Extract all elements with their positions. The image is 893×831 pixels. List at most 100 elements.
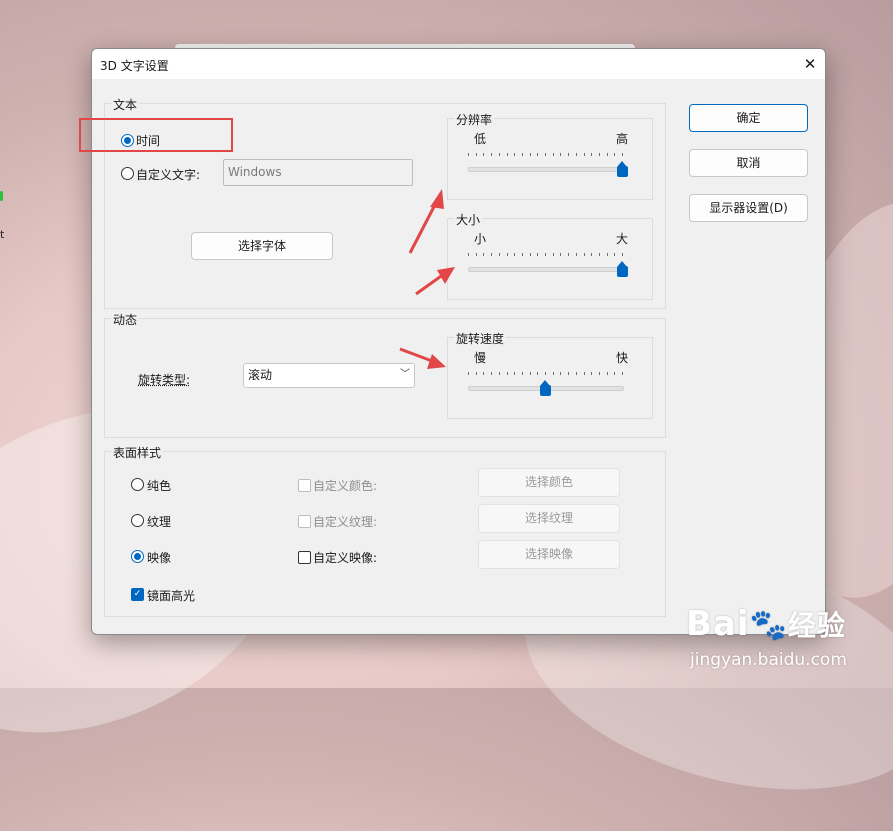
custom-color-label: 自定义颜色: bbox=[313, 479, 378, 493]
slider-tick bbox=[476, 153, 477, 156]
pick-color-button[interactable]: 选择颜色 bbox=[478, 468, 620, 497]
slider-tick bbox=[468, 253, 469, 256]
slider-tick bbox=[607, 372, 608, 375]
slider-tick bbox=[622, 253, 623, 256]
slider-tick bbox=[491, 153, 492, 156]
reflection-radio[interactable] bbox=[131, 550, 144, 563]
slider-track bbox=[468, 267, 624, 272]
rotation-type-select[interactable]: 滚动 ﹀ bbox=[243, 363, 415, 388]
slider-tick bbox=[584, 153, 585, 156]
slider-tick bbox=[537, 253, 538, 256]
slider-tick bbox=[499, 253, 500, 256]
custom-text-radio[interactable] bbox=[121, 167, 134, 180]
slider-tick bbox=[530, 253, 531, 256]
slider-tick bbox=[507, 372, 508, 375]
slider-tick bbox=[607, 153, 608, 156]
speed-group: 旋转速度 慢 快 bbox=[447, 330, 653, 419]
speed-slider[interactable] bbox=[468, 372, 628, 402]
slider-tick bbox=[522, 153, 523, 156]
custom-texture-checkbox[interactable] bbox=[298, 515, 311, 528]
text-group-label: 文本 bbox=[111, 96, 140, 113]
slider-tick bbox=[622, 372, 623, 375]
slider-tick bbox=[537, 372, 538, 375]
motion-group-label: 动态 bbox=[111, 311, 140, 328]
close-icon[interactable]: ✕ bbox=[795, 49, 825, 79]
title-bar: 3D 文字设置 ✕ bbox=[92, 49, 825, 79]
slider-tick bbox=[622, 153, 623, 156]
resolution-label: 分辨率 bbox=[454, 111, 495, 128]
custom-text-input[interactable]: Windows bbox=[223, 159, 413, 186]
speed-fast-label: 快 bbox=[616, 351, 629, 365]
rotation-type-label: 旋转类型: bbox=[138, 373, 191, 387]
custom-reflection-checkbox[interactable] bbox=[298, 551, 311, 564]
slider-tick bbox=[476, 372, 477, 375]
slider-tick bbox=[545, 153, 546, 156]
reflection-label: 映像 bbox=[147, 551, 172, 565]
slider-tick bbox=[599, 153, 600, 156]
rotation-type-value: 滚动 bbox=[248, 368, 273, 382]
size-label: 大小 bbox=[454, 211, 483, 228]
annotation-arrow bbox=[399, 347, 446, 369]
slider-tick bbox=[522, 253, 523, 256]
slider-tick bbox=[599, 372, 600, 375]
baidu-watermark: Bai🐾经验 bbox=[686, 604, 846, 644]
motion-group: 动态 旋转类型: 滚动 ﹀ 旋转速度 慢 快 bbox=[104, 311, 666, 438]
pick-texture-button[interactable]: 选择纹理 bbox=[478, 504, 620, 533]
size-slider[interactable] bbox=[468, 253, 628, 283]
slider-tick bbox=[491, 372, 492, 375]
slider-tick bbox=[468, 153, 469, 156]
slider-tick bbox=[560, 253, 561, 256]
slider-tick bbox=[514, 153, 515, 156]
slider-tick bbox=[545, 372, 546, 375]
cancel-button[interactable]: 取消 bbox=[689, 149, 808, 177]
slider-tick bbox=[591, 153, 592, 156]
slider-tick bbox=[553, 153, 554, 156]
size-small-label: 小 bbox=[474, 232, 487, 246]
annotation-highlight-box bbox=[79, 118, 233, 152]
custom-text-label: 自定义文字: bbox=[136, 168, 201, 182]
specular-label: 镜面高光 bbox=[147, 589, 196, 603]
select-font-button[interactable]: 选择字体 bbox=[191, 232, 333, 260]
slider-tick bbox=[614, 253, 615, 256]
resolution-slider[interactable] bbox=[468, 153, 628, 183]
slider-tick bbox=[514, 253, 515, 256]
solid-radio[interactable] bbox=[131, 478, 144, 491]
slider-tick bbox=[545, 253, 546, 256]
slider-thumb[interactable] bbox=[617, 161, 628, 177]
slider-tick bbox=[607, 253, 608, 256]
texture-radio[interactable] bbox=[131, 514, 144, 527]
paw-icon: 🐾 bbox=[749, 608, 788, 643]
solid-label: 纯色 bbox=[147, 479, 172, 493]
slider-tick bbox=[584, 372, 585, 375]
watermark-brand: Bai bbox=[686, 604, 750, 644]
slider-tick bbox=[499, 372, 500, 375]
speed-slow-label: 慢 bbox=[474, 351, 487, 365]
speed-label: 旋转速度 bbox=[454, 330, 507, 347]
specular-checkbox[interactable]: ✓ bbox=[131, 588, 144, 601]
resolution-group: 分辨率 低 高 bbox=[447, 111, 653, 200]
slider-tick bbox=[576, 372, 577, 375]
slider-tick bbox=[568, 153, 569, 156]
custom-reflection-label: 自定义映像: bbox=[313, 551, 378, 565]
slider-tick bbox=[599, 253, 600, 256]
custom-color-checkbox[interactable] bbox=[298, 479, 311, 492]
slider-tick bbox=[468, 372, 469, 375]
slider-tick bbox=[553, 372, 554, 375]
slider-tick bbox=[591, 253, 592, 256]
slider-tick bbox=[514, 372, 515, 375]
slider-thumb[interactable] bbox=[540, 380, 551, 396]
green-dot bbox=[0, 191, 3, 201]
pick-reflection-button[interactable]: 选择映像 bbox=[478, 540, 620, 569]
slider-tick bbox=[568, 372, 569, 375]
ok-button[interactable]: 确定 bbox=[689, 104, 808, 132]
slider-tick bbox=[568, 253, 569, 256]
slider-tick bbox=[553, 253, 554, 256]
slider-tick bbox=[537, 153, 538, 156]
custom-texture-label: 自定义纹理: bbox=[313, 515, 378, 529]
slider-tick bbox=[507, 253, 508, 256]
slider-tick bbox=[483, 153, 484, 156]
display-settings-button[interactable]: 显示器设置(D) bbox=[689, 194, 808, 222]
slider-tick bbox=[576, 253, 577, 256]
slider-thumb[interactable] bbox=[617, 261, 628, 277]
slider-tick bbox=[560, 153, 561, 156]
